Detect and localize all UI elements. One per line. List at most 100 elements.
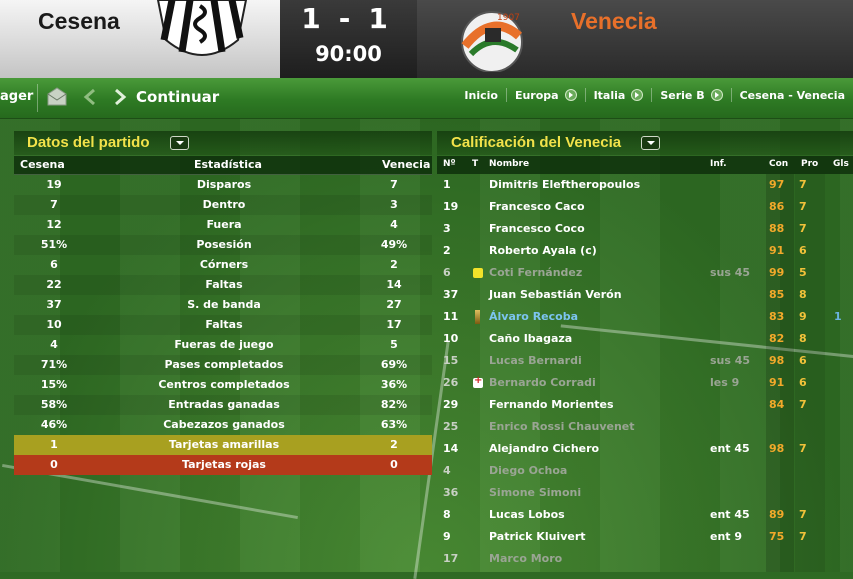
header-statistic[interactable]: Estadística xyxy=(194,158,262,171)
player-row[interactable]: 14 Alejandro Cichero ent 45 98 7 xyxy=(437,438,853,460)
player-row[interactable]: 37 Juan Sebastián Verón 85 8 xyxy=(437,284,853,306)
player-row[interactable]: 6 Coti Fernández sus 45 99 5 xyxy=(437,262,853,284)
header-con[interactable]: Con xyxy=(769,159,788,169)
player-condition: 89 xyxy=(769,508,785,521)
player-name[interactable]: Patrick Kluivert xyxy=(489,530,586,543)
chevron-right-icon[interactable] xyxy=(631,89,644,101)
player-name[interactable]: Marco Moro xyxy=(489,552,562,565)
player-row[interactable]: 25 Enrico Rossi Chauvenet xyxy=(437,416,853,438)
header-number[interactable]: Nº xyxy=(443,159,456,169)
player-name[interactable]: Lucas Bernardi xyxy=(489,354,582,367)
player-row[interactable]: 11 Álvaro Recoba 83 9 1 xyxy=(437,306,853,328)
player-name[interactable]: Álvaro Recoba xyxy=(489,310,578,323)
stats-row: 19 Disparos 7 xyxy=(14,175,432,195)
stats-dropdown-icon[interactable] xyxy=(170,136,189,150)
player-row[interactable]: 1 Dimitris Eleftheropoulos 97 7 xyxy=(437,174,853,196)
header-pro[interactable]: Pro xyxy=(801,159,818,169)
player-name[interactable]: Lucas Lobos xyxy=(489,508,565,521)
player-name[interactable]: Roberto Ayala (c) xyxy=(489,244,597,257)
header-away[interactable]: Venecia xyxy=(382,158,430,171)
injury-icon xyxy=(473,375,483,388)
player-name[interactable]: Francesco Coco xyxy=(489,222,585,235)
header-inf[interactable]: Inf. xyxy=(710,159,727,169)
player-row[interactable]: 26 Bernardo Corradi les 9 91 6 xyxy=(437,372,853,394)
back-arrow-icon[interactable] xyxy=(80,86,102,108)
player-row[interactable]: 4 Diego Ochoa xyxy=(437,460,853,482)
header-name[interactable]: Nombre xyxy=(489,159,529,169)
player-name[interactable]: Diego Ochoa xyxy=(489,464,567,477)
breadcrumb-italia[interactable]: Italia xyxy=(584,88,652,102)
home-value: 22 xyxy=(46,278,62,291)
player-condition: 83 xyxy=(769,310,785,323)
player-name[interactable]: Bernardo Corradi xyxy=(489,376,596,389)
chevron-right-icon[interactable] xyxy=(710,89,723,101)
player-name[interactable]: Fernando Morientes xyxy=(489,398,614,411)
stats-row-red-cards: 0 Tarjetas rojas 0 xyxy=(14,455,432,475)
breadcrumb-inicio[interactable]: Inicio xyxy=(456,88,506,102)
player-row[interactable]: 8 Lucas Lobos ent 45 89 7 xyxy=(437,504,853,526)
player-number: 14 xyxy=(443,442,459,455)
player-name[interactable]: Francesco Caco xyxy=(489,200,585,213)
breadcrumb: Inicio Europa Italia Serie B Cesena - Ve… xyxy=(456,88,853,102)
player-info: sus 45 xyxy=(710,266,751,279)
player-rating: 7 xyxy=(799,200,807,213)
player-rating: 7 xyxy=(799,398,807,411)
breadcrumb-europa[interactable]: Europa xyxy=(505,88,585,102)
player-row[interactable]: 9 Patrick Kluivert ent 9 75 7 xyxy=(437,526,853,548)
player-info: ent 9 xyxy=(710,530,743,543)
breadcrumb-serie-b[interactable]: Serie B xyxy=(651,88,730,102)
ratings-dropdown-icon[interactable] xyxy=(641,136,660,150)
mail-icon[interactable] xyxy=(46,86,68,108)
away-team-name[interactable]: Venecia xyxy=(571,8,657,35)
stat-label: Córners xyxy=(199,258,249,271)
player-row[interactable]: 3 Francesco Coco 88 7 xyxy=(437,218,853,240)
stats-row: 37 S. de banda 27 xyxy=(14,295,432,315)
player-name[interactable]: Simone Simoni xyxy=(489,486,581,499)
ratings-rows: 1 Dimitris Eleftheropoulos 97 7 19 Francesco … xyxy=(437,174,853,570)
player-row[interactable]: 15 Lucas Bernardi sus 45 98 6 xyxy=(437,350,853,372)
home-score: 1 xyxy=(301,2,339,35)
player-name[interactable]: Dimitris Eleftheropoulos xyxy=(489,178,640,191)
player-row[interactable]: 2 Roberto Ayala (c) 91 6 xyxy=(437,240,853,262)
player-condition: 91 xyxy=(769,244,785,257)
player-row[interactable]: 36 Simone Simoni xyxy=(437,482,853,504)
player-number: 4 xyxy=(443,464,451,477)
breadcrumb-label: Cesena - Venecia xyxy=(739,88,845,102)
breadcrumb-label: Serie B xyxy=(660,88,705,102)
player-name[interactable]: Juan Sebastián Verón xyxy=(489,288,622,301)
player-rating: 6 xyxy=(799,376,807,389)
away-value: 2 xyxy=(390,258,398,271)
breadcrumb-match[interactable]: Cesena - Venecia xyxy=(730,88,853,102)
score-separator: - xyxy=(338,2,369,35)
scoreboard: Cesena 1-1 90:00 1907 Venecia xyxy=(0,0,853,78)
home-value: 19 xyxy=(46,178,62,191)
player-row[interactable]: 29 Fernando Morientes 84 7 xyxy=(437,394,853,416)
chevron-right-icon[interactable] xyxy=(564,89,577,101)
manager-menu[interactable]: ager xyxy=(0,89,33,104)
continue-button[interactable]: Continuar xyxy=(136,88,219,106)
away-value: 69% xyxy=(380,358,408,371)
player-name[interactable]: Alejandro Cichero xyxy=(489,442,599,455)
home-value: 15% xyxy=(40,378,68,391)
stat-label: S. de banda xyxy=(187,298,261,311)
player-number: 8 xyxy=(443,508,451,521)
player-row[interactable]: 19 Francesco Caco 86 7 xyxy=(437,196,853,218)
player-row[interactable]: 17 Marco Moro xyxy=(437,548,853,570)
player-name[interactable]: Coti Fernández xyxy=(489,266,582,279)
match-stats-table: Cesena Estadística Venecia 19 Disparos 7 7… xyxy=(14,156,432,475)
player-name[interactable]: Enrico Rossi Chauvenet xyxy=(489,420,635,433)
score-panel: 1-1 90:00 xyxy=(280,0,417,78)
home-team-name[interactable]: Cesena xyxy=(38,8,120,35)
player-row[interactable]: 10 Caño Ibagaza 82 8 xyxy=(437,328,853,350)
player-condition: 88 xyxy=(769,222,785,235)
player-rating: 8 xyxy=(799,332,807,345)
header-gls[interactable]: Gls xyxy=(833,159,849,169)
header-t[interactable]: T xyxy=(472,159,478,169)
player-number: 3 xyxy=(443,222,451,235)
home-value: 51% xyxy=(40,238,68,251)
header-home[interactable]: Cesena xyxy=(20,158,65,171)
player-name[interactable]: Caño Ibagaza xyxy=(489,332,572,345)
stat-label: Tarjetas amarillas xyxy=(168,438,280,451)
forward-arrow-icon[interactable] xyxy=(108,86,130,108)
stat-label: Fueras de juego xyxy=(174,338,274,351)
